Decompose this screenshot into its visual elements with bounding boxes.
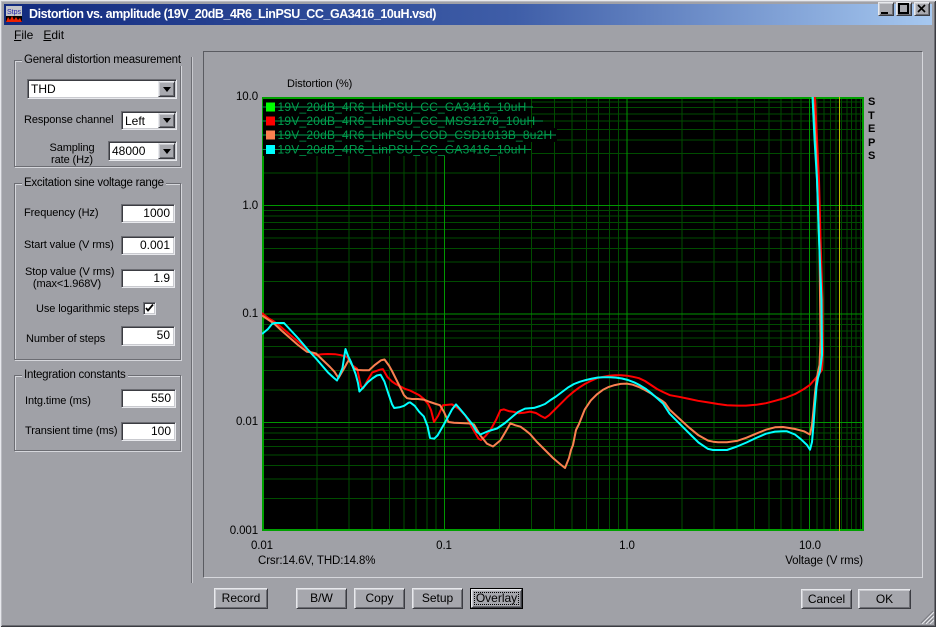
svg-text:19V_20dB_4R6_LinPSU_CC_GA3416_: 19V_20dB_4R6_LinPSU_CC_GA3416_10uH [278, 142, 527, 156]
svg-text:19V_20dB_4R6_LinPSU_CC_MSS1278: 19V_20dB_4R6_LinPSU_CC_MSS1278_10uH [278, 114, 536, 128]
svg-text:19V_20dB_4R6_LinPSU_CC_GA3416_: 19V_20dB_4R6_LinPSU_CC_GA3416_10uH [278, 100, 527, 114]
svg-text:19V_20dB_4R6_LinPSU_COD_CSD101: 19V_20dB_4R6_LinPSU_COD_CSD1013B_8u2H [278, 128, 553, 142]
